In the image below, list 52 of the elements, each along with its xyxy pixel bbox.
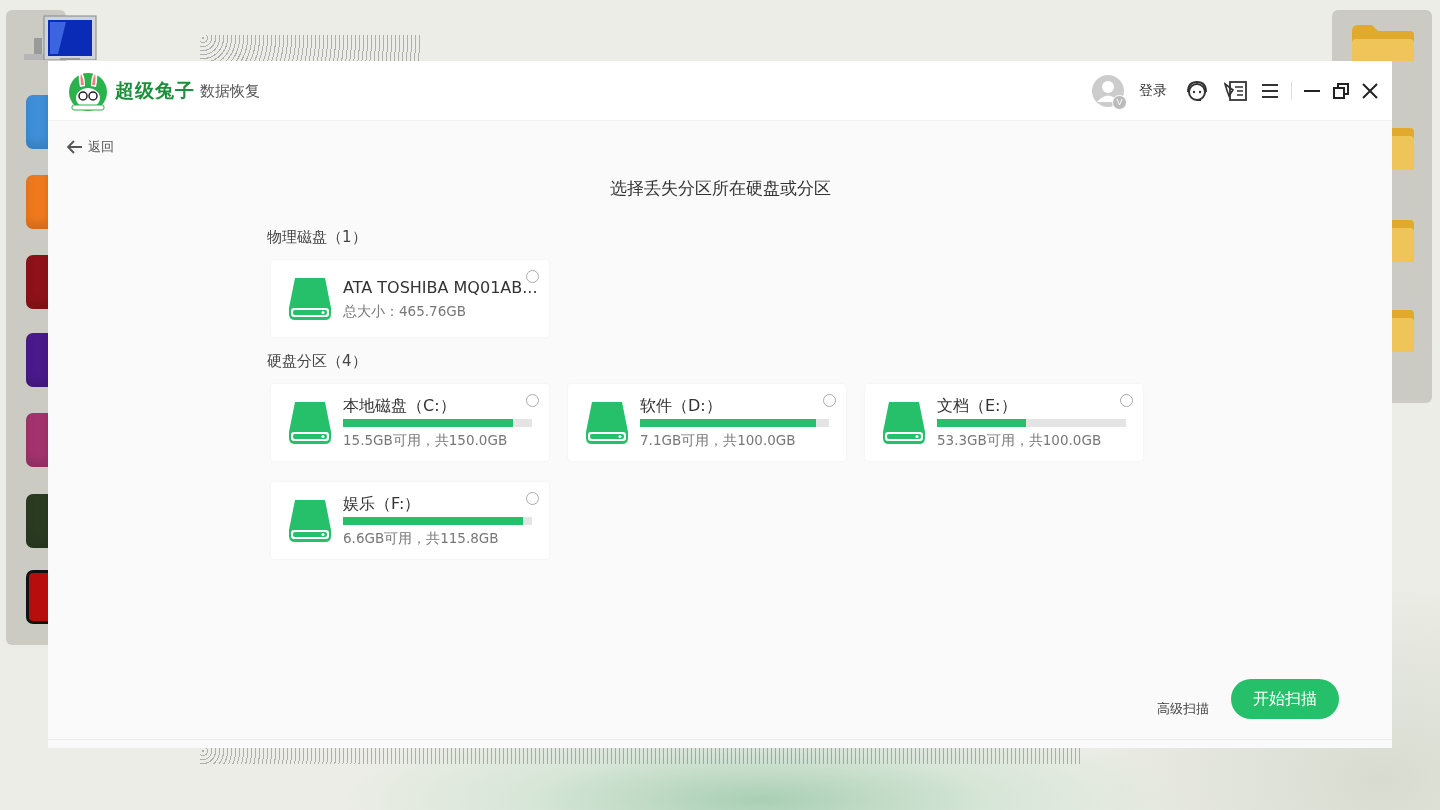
headset-icon <box>1185 78 1209 103</box>
drive-name: 文档（E:） <box>937 396 1018 416</box>
drive-icon <box>883 401 926 444</box>
radio-button[interactable] <box>526 270 539 283</box>
drive-size: 15.5GB可用，共150.0GB <box>343 431 509 449</box>
radio-button[interactable] <box>526 492 539 505</box>
drive-size: 总大小：465.76GB <box>343 301 467 320</box>
radio-button[interactable] <box>526 394 539 407</box>
close-button[interactable] <box>1362 82 1378 99</box>
drive-icon <box>586 401 629 444</box>
section-title: 硬盘分区（4） <box>267 351 368 371</box>
app-icon[interactable] <box>26 333 48 387</box>
drive-icon <box>289 277 332 320</box>
disk-card[interactable]: 软件（D:） 7.1GB可用，共100.0GB <box>568 384 846 461</box>
app-icon[interactable] <box>26 413 48 467</box>
section-title: 物理磁盘（1） <box>267 227 368 247</box>
drive-icon <box>289 401 332 444</box>
drive-size: 53.3GB可用，共100.0GB <box>937 431 1103 449</box>
product-name: 数据恢复 <box>200 82 260 101</box>
disk-card[interactable]: 娱乐（F:） 6.6GB可用，共115.8GB <box>271 482 549 559</box>
advanced-scan-link[interactable]: 高级扫描 <box>1157 700 1209 718</box>
drive-size: 7.1GB可用，共100.0GB <box>640 431 797 449</box>
disk-card[interactable]: 文档（E:） 53.3GB可用，共100.0GB <box>865 384 1143 461</box>
close-icon <box>1362 82 1378 99</box>
app-icon[interactable] <box>26 494 48 548</box>
app-icon[interactable] <box>26 570 48 624</box>
restore-button[interactable] <box>1333 82 1349 99</box>
message-card-icon <box>1224 78 1248 103</box>
arrow-left-icon <box>67 140 83 154</box>
back-link[interactable]: 返回 <box>67 138 114 156</box>
feedback-button[interactable] <box>1224 78 1248 103</box>
drive-name: 软件（D:） <box>640 396 723 416</box>
drive-name: 本地磁盘（C:） <box>343 396 457 416</box>
drive-icon <box>289 499 332 542</box>
login-link[interactable]: 登录 <box>1139 81 1167 100</box>
app-icon[interactable] <box>26 175 48 229</box>
disk-card[interactable]: ATA TOSHIBA MQ01AB... 总大小：465.76GB <box>271 260 549 337</box>
page-heading: 选择丢失分区所在硬盘或分区 <box>608 177 832 200</box>
disk-card[interactable]: 本地磁盘（C:） 15.5GB可用，共150.0GB <box>271 384 549 461</box>
minimize-button[interactable] <box>1304 89 1320 92</box>
app-icon[interactable] <box>26 95 48 149</box>
rabbit-logo-icon <box>69 70 107 111</box>
minimize-icon <box>1304 89 1320 92</box>
radio-button[interactable] <box>823 394 836 407</box>
restore-icon <box>1333 82 1349 99</box>
radio-button[interactable] <box>1120 394 1133 407</box>
app-icon[interactable] <box>26 255 48 309</box>
support-button[interactable] <box>1185 78 1209 103</box>
drive-name: 娱乐（F:） <box>343 494 422 514</box>
brand-name: 超级兔子 <box>115 77 195 103</box>
avatar-icon <box>1092 74 1124 107</box>
drive-size: 6.6GB可用，共115.8GB <box>343 529 500 547</box>
